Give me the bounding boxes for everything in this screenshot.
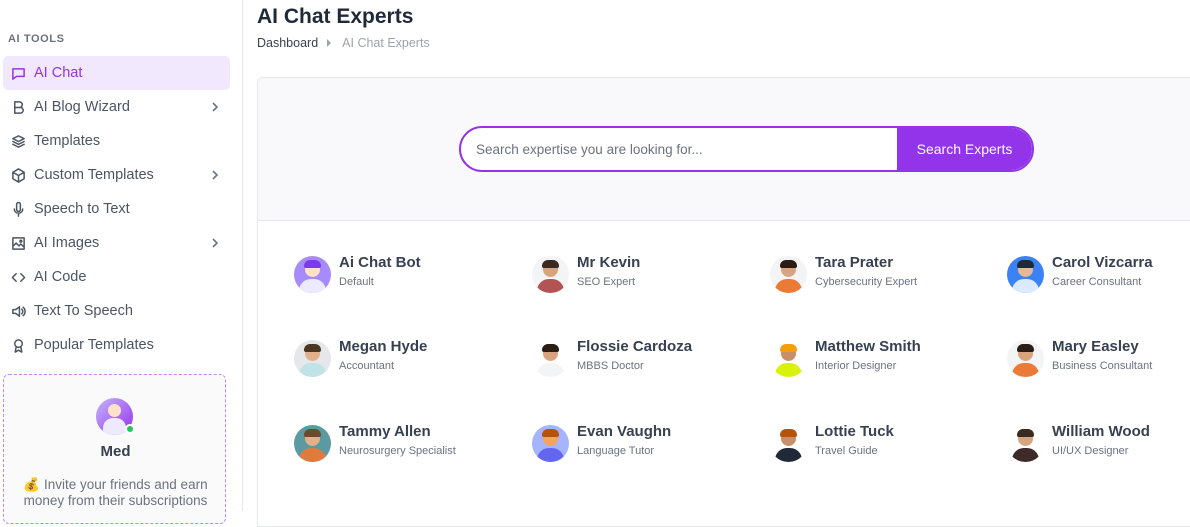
search-input[interactable] [461,128,899,170]
sidebar-item-templates[interactable]: Templates [3,124,230,158]
award-icon [9,336,27,354]
expert-role: SEO Expert [577,276,636,288]
expert-card[interactable]: Mary Easley Business Consultant [1007,338,1190,378]
chat-icon [9,64,27,82]
expert-card[interactable]: Mr Kevin SEO Expert [532,254,762,294]
bold-b-icon [9,98,27,116]
code-icon [9,268,27,286]
expert-role: Business Consultant [1052,360,1153,372]
microphone-icon [9,200,27,218]
avatar [532,340,569,377]
search-experts-button[interactable]: Search Experts [897,128,1032,170]
main-content: AI Chat Experts Dashboard AI Chat Expert… [243,0,1190,527]
speaker-icon [9,302,27,320]
sidebar-item-label: AI Blog Wizard [34,99,130,115]
expert-card[interactable]: Megan Hyde Accountant [294,338,524,378]
sidebar-item-label: AI Code [34,269,87,285]
avatar [532,256,569,293]
avatar [770,256,807,293]
layers-icon [9,132,27,150]
chevron-right-icon [208,168,222,182]
avatar [1007,256,1044,293]
breadcrumb-current: AI Chat Experts [342,36,430,50]
sidebar-item-label: Text To Speech [34,303,133,319]
breadcrumb-dashboard-link[interactable]: Dashboard [257,36,318,50]
invite-card: Med 💰 Invite your friends and earn money… [3,374,226,524]
sidebar-section-label: AI TOOLS [8,33,65,45]
expert-name: Evan Vaughn [577,423,672,440]
expert-card[interactable]: Matthew Smith Interior Designer [770,338,1000,378]
sidebar-item-label: AI Images [34,235,100,251]
sidebar-item-ai-code[interactable]: AI Code [3,260,230,294]
avatar [770,340,807,377]
expert-card[interactable]: Carol Vizcarra Career Consultant [1007,254,1190,294]
search-bar: Search Experts [459,126,1034,172]
avatar [1007,340,1044,377]
expert-name: Matthew Smith [815,338,921,355]
sidebar-item-custom-templates[interactable]: Custom Templates [3,158,230,192]
sidebar-item-label: Custom Templates [34,167,154,183]
expert-name: Tara Prater [815,254,894,271]
expert-role: Language Tutor [577,445,655,457]
sidebar-item-text-to-speech[interactable]: Text To Speech [3,294,230,328]
search-area: Search Experts [258,78,1190,221]
expert-card[interactable]: Tammy Allen Neurosurgery Specialist [294,423,524,463]
expert-name: Mary Easley [1052,338,1139,355]
expert-card[interactable]: Lottie Tuck Travel Guide [770,423,1000,463]
sidebar-item-ai-chat[interactable]: AI Chat [3,56,230,90]
chevron-right-icon [208,100,222,114]
chevron-right-icon [208,236,222,250]
avatar [532,425,569,462]
invite-text[interactable]: 💰 Invite your friends and earn money fro… [14,477,217,509]
avatar [294,425,331,462]
avatar [770,425,807,462]
expert-role: Travel Guide [815,445,878,457]
sidebar-item-popular-templates[interactable]: Popular Templates [3,328,230,362]
sidebar-item-speech-to-text[interactable]: Speech to Text [3,192,230,226]
cube-icon [9,166,27,184]
expert-role: Default [339,276,374,288]
expert-name: Mr Kevin [577,254,641,271]
expert-role: Cybersecurity Expert [815,276,918,288]
expert-name: Carol Vizcarra [1052,254,1153,271]
breadcrumb-separator-icon [325,38,335,48]
avatar [294,256,331,293]
sidebar-item-ai-images[interactable]: AI Images [3,226,230,260]
sidebar-item-label: Templates [34,133,101,149]
breadcrumb: Dashboard AI Chat Experts [257,36,430,50]
invite-user-name: Med [100,443,131,460]
expert-card[interactable]: Evan Vaughn Language Tutor [532,423,762,463]
page-title: AI Chat Experts [257,5,414,28]
expert-card[interactable]: William Wood UI/UX Designer [1007,423,1190,463]
image-icon [9,234,27,252]
expert-role: UI/UX Designer [1052,445,1129,457]
experts-panel: Search Experts Ai Chat Bot Default Mr Kevi… [257,77,1190,527]
sidebar-item-label: Speech to Text [34,201,130,217]
sidebar-item-label: AI Chat [34,65,83,81]
expert-name: Tammy Allen [339,423,431,440]
avatar [294,340,331,377]
sidebar-nav: AI Chat AI Blog Wizard Templates Custom … [0,56,243,362]
expert-role: Neurosurgery Specialist [339,445,456,457]
expert-name: William Wood [1052,423,1150,440]
expert-card[interactable]: Tara Prater Cybersecurity Expert [770,254,1000,294]
online-status-dot [125,424,135,434]
expert-card[interactable]: Ai Chat Bot Default [294,254,524,294]
expert-name: Megan Hyde [339,338,428,355]
sidebar: AI TOOLS AI Chat AI Blog Wizard Template… [0,0,243,524]
sidebar-item-label: Popular Templates [34,337,154,353]
expert-role: Interior Designer [815,360,897,372]
avatar [1007,425,1044,462]
expert-role: Accountant [339,360,395,372]
expert-name: Ai Chat Bot [339,254,421,271]
expert-card[interactable]: Flossie Cardoza MBBS Doctor [532,338,762,378]
expert-name: Lottie Tuck [815,423,894,440]
expert-role: MBBS Doctor [577,360,644,372]
expert-role: Career Consultant [1052,276,1142,288]
expert-name: Flossie Cardoza [577,338,693,355]
sidebar-item-ai-blog-wizard[interactable]: AI Blog Wizard [3,90,230,124]
